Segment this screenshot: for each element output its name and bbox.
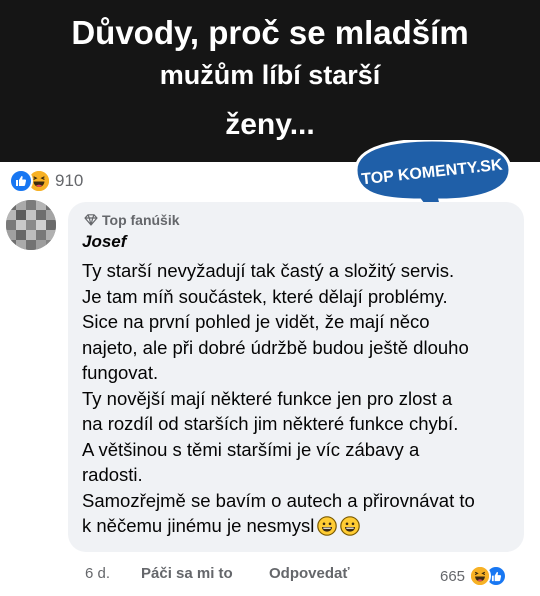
reply-button[interactable]: Odpovedať	[269, 565, 350, 582]
comment-text: Ty starší nevyžadují tak častý a složitý…	[82, 258, 518, 539]
banner-title-line-2: mužům líbí starší	[159, 60, 381, 90]
comment-line: Sice na první pohled je vidět, že mají n…	[82, 311, 430, 332]
comment-actions: 6 d. Páči sa mi to Odpovedať	[85, 565, 350, 582]
post-reactions[interactable]: 910	[9, 169, 84, 193]
comment-line: A většinou s těmi staršími je víc zábavy…	[82, 438, 420, 460]
comment-age[interactable]: 6 d.	[85, 565, 141, 582]
title-banner: Důvody, proč se mladším mužům líbí starš…	[0, 0, 540, 162]
comment-line-text: k něčemu jinému je nesmysl	[82, 515, 315, 536]
banner-title-line-1: Důvody, proč se mladším	[71, 14, 469, 51]
post-reactions-count: 910	[55, 171, 84, 190]
comment-line: Samozřejmě se bavím o autech a přirovnáv…	[82, 489, 475, 511]
diamond-icon	[84, 214, 98, 226]
top-fan-badge: Top fanúšik	[84, 212, 180, 228]
grinning-emoji-icon	[317, 516, 338, 536]
comment-author[interactable]: Josef	[82, 232, 126, 252]
comment-reactions-count: 665	[440, 567, 466, 585]
like-button[interactable]: Páči sa mi to	[141, 565, 269, 582]
comment-line-last: k něčemu jinému je nesmysl	[82, 513, 518, 539]
badge-label: Top fanúšik	[102, 212, 180, 228]
comment-line: Ty novější mají některé funkce jen pro z…	[82, 387, 453, 409]
comment-line: fungovat.	[82, 362, 159, 383]
grinning-emoji-icon	[340, 516, 361, 536]
comment-line: Ty starší nevyžadují tak častý a složitý…	[82, 260, 455, 281]
banner-title-line-3: ženy...	[225, 108, 315, 141]
comment-reactions[interactable]: 665	[440, 565, 508, 587]
comment-line: radosti.	[82, 464, 143, 485]
comment-line: najeto, ale při dobré údržbě budou ještě…	[82, 336, 469, 358]
like-icon	[9, 169, 33, 193]
haha-icon	[469, 565, 492, 587]
comment-line: na rozdíl od starších jim některé funkce…	[82, 413, 459, 434]
comment-line: Je tam míň součástek, které dělají probl…	[82, 285, 448, 307]
comment-bubble: Top fanúšik Josef Ty starší nevyžadují t…	[68, 202, 524, 552]
avatar[interactable]	[6, 200, 56, 250]
